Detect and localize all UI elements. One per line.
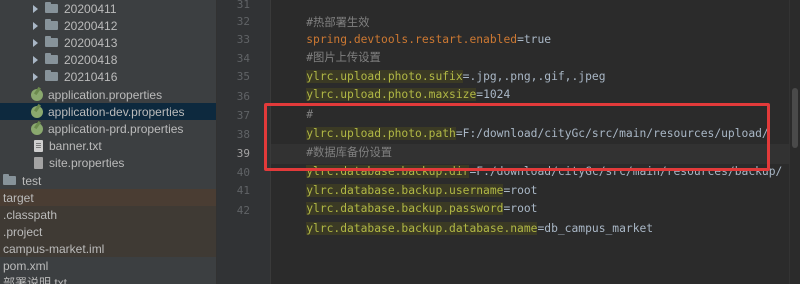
spring-properties-icon: [31, 105, 43, 118]
tree-file-application-properties[interactable]: application.properties: [0, 86, 216, 103]
tree-folder-20200413[interactable]: 20200413: [0, 34, 216, 51]
folder-icon: [3, 174, 16, 185]
tree-folder-20200418[interactable]: 20200418: [0, 51, 216, 68]
editor-scrollbar[interactable]: [789, 0, 800, 284]
code-line[interactable]: #热部署生效: [279, 0, 369, 29]
tree-folder-target[interactable]: target: [0, 189, 216, 206]
chevron-right-icon[interactable]: [33, 21, 38, 30]
tree-file-deploy-notes-txt[interactable]: 部署说明.txt: [0, 274, 216, 284]
property-key: ylrc.upload.photo.maxsize: [306, 88, 477, 101]
line-number: 35: [236, 70, 250, 83]
chevron-right-icon[interactable]: [33, 55, 38, 64]
spring-properties-icon: [31, 122, 43, 135]
line-number: 37: [236, 109, 250, 122]
tree-folder-20210416[interactable]: 20210416: [0, 68, 216, 85]
property-key: ylrc.database.backup.database.name: [306, 222, 538, 235]
property-value: 1024: [483, 88, 511, 101]
chevron-right-icon[interactable]: [33, 38, 38, 47]
line-number: 38: [236, 128, 250, 141]
folder-icon: [45, 2, 58, 13]
code-line[interactable]: ylrc.upload.photo.maxsize=1024: [279, 68, 510, 101]
highlight-annotation-box: [264, 103, 770, 171]
line-number: 32: [236, 15, 250, 28]
line-number: 31: [236, 0, 250, 11]
spring-properties-icon: [31, 88, 43, 101]
line-number-current: 39: [236, 147, 250, 160]
code-line[interactable]: #图片上传设置: [279, 31, 381, 64]
tree-file-classpath[interactable]: .classpath: [0, 206, 216, 223]
folder-icon: [45, 53, 58, 64]
tree-file-site-properties[interactable]: site.properties: [0, 154, 216, 171]
scrollbar-thumb[interactable]: [792, 88, 798, 148]
folder-icon: [45, 36, 58, 47]
tree-file-project[interactable]: .project: [0, 223, 216, 240]
tree-folder-test[interactable]: test: [0, 172, 216, 189]
tree-folder-20200411[interactable]: 20200411: [0, 0, 216, 17]
tree-file-campus-market-iml[interactable]: campus-market.iml: [0, 240, 216, 257]
line-number: 42: [236, 204, 250, 217]
line-number: 40: [236, 166, 250, 179]
tree-file-pom-xml[interactable]: pom.xml: [0, 257, 216, 274]
line-number: 41: [236, 184, 250, 197]
chevron-right-icon[interactable]: [33, 72, 38, 81]
tree-file-application-dev-properties[interactable]: application-dev.properties: [0, 103, 216, 120]
properties-file-icon: [34, 156, 43, 169]
tree-file-banner-txt[interactable]: banner.txt: [0, 137, 216, 154]
tree-folder-20200412[interactable]: 20200412: [0, 17, 216, 34]
property-value: db_campus_market: [544, 222, 654, 235]
line-number: 36: [236, 90, 250, 103]
code-line[interactable]: ylrc.database.backup.database.name=db_ca…: [279, 202, 653, 235]
chevron-right-icon[interactable]: [33, 4, 38, 13]
property-value: true: [523, 33, 552, 46]
text-file-icon: [34, 139, 43, 152]
code-line[interactable]: ylrc.database.backup.password=root: [279, 182, 538, 215]
tree-file-application-prd-properties[interactable]: application-prd.properties: [0, 120, 216, 137]
line-number-gutter: 31 32 33 34 35 36 37 38 39 40 41 42: [217, 0, 271, 284]
line-number: 33: [236, 33, 250, 46]
project-tree: 20200411 20200412 20200413 20200418 2021…: [0, 0, 217, 284]
code-line[interactable]: spring.devtools.restart.enabled=true: [279, 13, 551, 46]
folder-icon: [45, 70, 58, 81]
folder-icon: [45, 19, 58, 30]
line-number: 34: [236, 52, 250, 65]
code-line[interactable]: ylrc.upload.photo.sufix=.jpg,.png,.gif,.…: [279, 50, 606, 83]
